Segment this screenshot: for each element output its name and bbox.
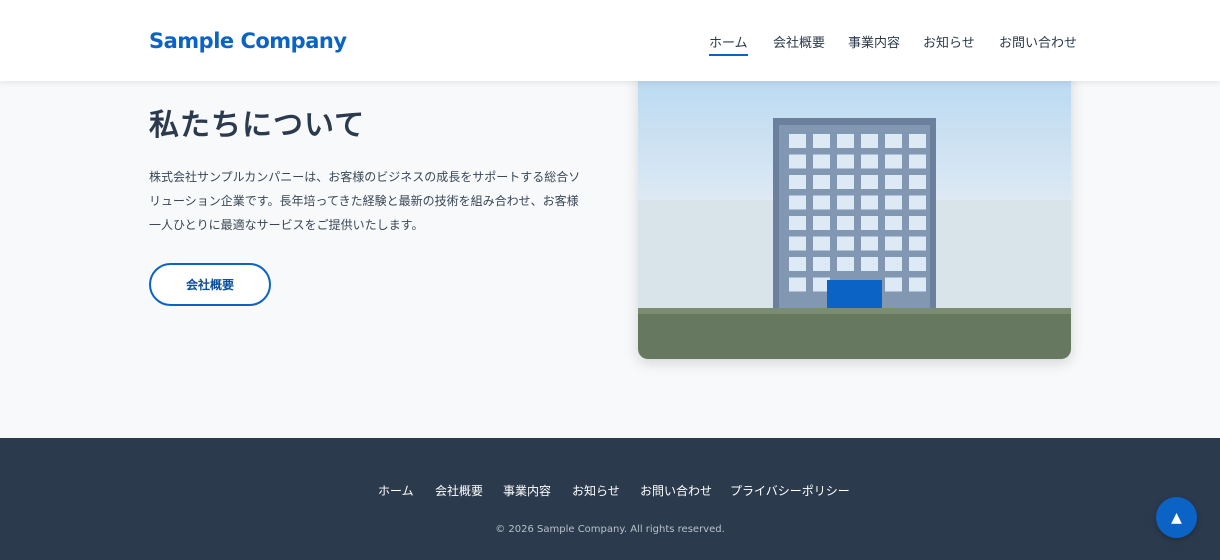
building-window bbox=[861, 195, 878, 210]
footer-link-business[interactable]: 事業内容 bbox=[503, 482, 551, 499]
building-window bbox=[885, 154, 902, 169]
page-title: 私たちについて bbox=[149, 108, 366, 143]
building-window bbox=[885, 236, 902, 251]
building-window bbox=[789, 195, 806, 210]
building-window bbox=[813, 236, 830, 251]
building-window bbox=[861, 257, 878, 271]
building-window bbox=[789, 175, 806, 189]
building-window bbox=[885, 277, 902, 292]
building-window bbox=[837, 175, 854, 189]
building-window bbox=[909, 236, 926, 251]
footer-link-news[interactable]: お知らせ bbox=[572, 482, 620, 499]
back-to-top-button[interactable]: ▲ bbox=[1156, 497, 1197, 538]
copyright-text: © 2026 Sample Company. All rights reserv… bbox=[495, 524, 725, 535]
building-window bbox=[861, 134, 878, 148]
building-window bbox=[813, 195, 830, 210]
building-window bbox=[909, 216, 926, 230]
building-window bbox=[885, 257, 902, 271]
nav-item-company[interactable]: 会社概要 bbox=[773, 32, 825, 51]
building-illustration bbox=[638, 72, 1071, 359]
building-window bbox=[861, 236, 878, 251]
building-window bbox=[861, 154, 878, 169]
building-window bbox=[909, 277, 926, 292]
nav-item-business[interactable]: 事業内容 bbox=[848, 32, 900, 51]
building-window bbox=[789, 257, 806, 271]
building-window bbox=[813, 257, 830, 271]
nav-item-contact[interactable]: お問い合わせ bbox=[999, 32, 1077, 51]
building-window bbox=[813, 216, 830, 230]
building-window bbox=[861, 175, 878, 189]
building-window bbox=[909, 195, 926, 210]
building-window bbox=[885, 134, 902, 148]
building-window bbox=[813, 134, 830, 148]
building-window bbox=[885, 175, 902, 189]
building-window bbox=[885, 216, 902, 230]
building-window bbox=[909, 175, 926, 189]
main-nav: ホーム 会社概要 事業内容 お知らせ お問い合わせ bbox=[0, 32, 1220, 62]
building-window bbox=[789, 236, 806, 251]
building-window bbox=[789, 154, 806, 169]
building-window bbox=[837, 134, 854, 148]
building-window bbox=[813, 175, 830, 189]
building-window bbox=[909, 154, 926, 169]
building-window bbox=[909, 257, 926, 271]
building-image bbox=[638, 72, 1071, 359]
building-window bbox=[789, 277, 806, 292]
building-window bbox=[837, 216, 854, 230]
site-header: Sample Company ホーム 会社概要 事業内容 お知らせ お問い合わせ bbox=[0, 0, 1220, 81]
arrow-up-icon: ▲ bbox=[1171, 509, 1182, 526]
building-window bbox=[837, 257, 854, 271]
building-window bbox=[909, 134, 926, 148]
footer-link-contact[interactable]: お問い合わせ bbox=[640, 482, 712, 499]
building-window bbox=[813, 154, 830, 169]
building-window bbox=[885, 195, 902, 210]
footer-link-company[interactable]: 会社概要 bbox=[435, 482, 483, 499]
building-window bbox=[789, 134, 806, 148]
site-footer: ホーム 会社概要 事業内容 お知らせ お問い合わせ プライバシーポリシー © 2… bbox=[0, 438, 1220, 560]
footer-nav: ホーム 会社概要 事業内容 お知らせ お問い合わせ プライバシーポリシー bbox=[0, 482, 1220, 502]
company-overview-button[interactable]: 会社概要 bbox=[149, 263, 271, 306]
building-window bbox=[837, 195, 854, 210]
building-window bbox=[837, 236, 854, 251]
footer-link-privacy[interactable]: プライバシーポリシー bbox=[730, 482, 850, 499]
building-window bbox=[861, 216, 878, 230]
footer-link-home[interactable]: ホーム bbox=[378, 482, 414, 499]
nav-item-home[interactable]: ホーム bbox=[709, 32, 748, 56]
building-window bbox=[837, 154, 854, 169]
nav-item-news[interactable]: お知らせ bbox=[923, 32, 975, 51]
hero-description: 株式会社サンプルカンパニーは、お客様のビジネスの成長をサポートする総合ソリューシ… bbox=[149, 170, 581, 232]
building-window bbox=[789, 216, 806, 230]
